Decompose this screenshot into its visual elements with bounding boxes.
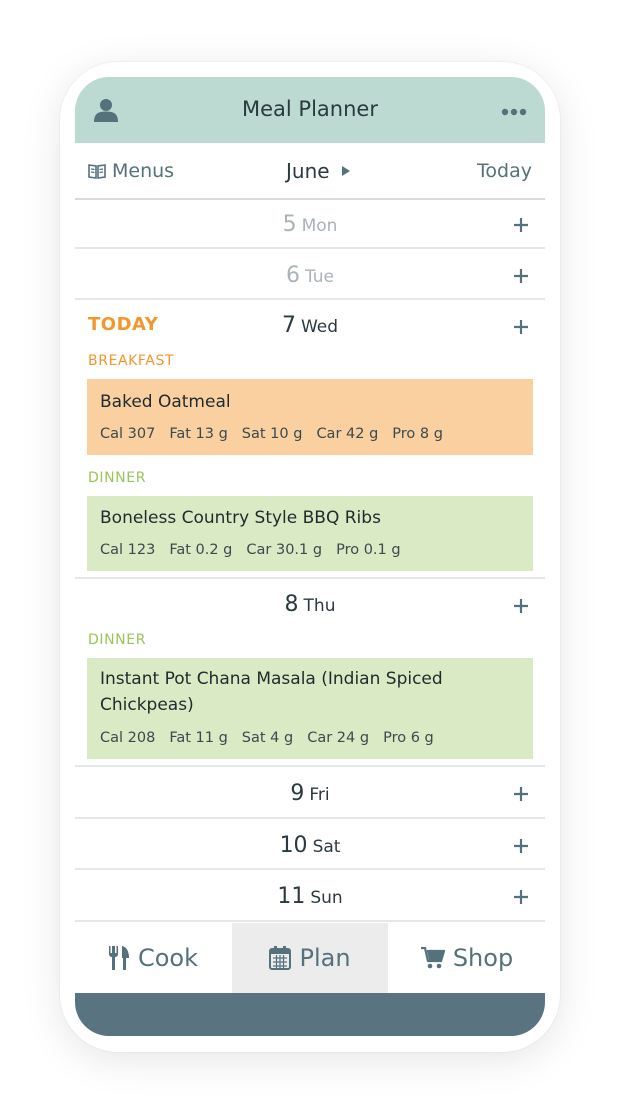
divider (75, 920, 545, 922)
day-name: Tue (304, 267, 335, 287)
day-label: 7 Wed (75, 313, 545, 338)
day-name: Sat (312, 837, 341, 857)
day-row-sun: 11 Sun (75, 872, 545, 922)
day-name: Wed (300, 317, 339, 337)
plus-icon[interactable] (513, 838, 529, 854)
tab-label: Shop (452, 944, 514, 972)
calendar-icon (269, 946, 292, 970)
day-number: 5 (282, 212, 297, 237)
bottom-tab-bar: Cook Plan Shop (75, 923, 545, 993)
bottom-bar (75, 993, 545, 1036)
day-number: 9 (290, 781, 305, 806)
day-name: Sun (310, 888, 343, 908)
plus-icon[interactable] (513, 889, 529, 905)
nutrition-line: Cal 307 Fat 13 g Sat 10 g Car 42 g Pro 8 g (100, 426, 457, 442)
fork-knife-icon (108, 946, 129, 970)
day-name: Fri (309, 785, 330, 805)
plus-icon[interactable] (513, 268, 529, 284)
day-number: 7 (281, 313, 296, 338)
meal-name-line: Chickpeas) (100, 695, 194, 715)
day-name: Thu (303, 596, 336, 616)
today-button[interactable]: Today (477, 160, 532, 182)
month-label: June (286, 159, 330, 183)
nutrition-sat: Sat 4 g (241, 730, 294, 746)
tab-cook[interactable]: Cook (75, 923, 231, 993)
nutrition-pro: Pro 6 g (383, 730, 434, 746)
divider (75, 817, 545, 819)
day-number: 6 (285, 263, 300, 288)
nutrition-cal: Cal 307 (100, 426, 156, 442)
nutrition-car: Car 24 g (307, 730, 370, 746)
nutrition-car: Car 42 g (316, 426, 379, 442)
app-screen: Meal Planner Menus June Today 5 Mon 6 Tu… (75, 77, 545, 1036)
meal-label-breakfast: BREAKFAST (88, 353, 175, 369)
nutrition-car: Car 30.1 g (246, 542, 323, 558)
day-label: 10 Sat (75, 833, 545, 858)
divider (75, 868, 545, 870)
day-label: 9 Fri (75, 781, 545, 806)
tab-label: Cook (137, 944, 199, 972)
plus-icon[interactable] (513, 598, 529, 614)
nutrition-fat: Fat 0.2 g (169, 542, 233, 558)
caret-right-icon (341, 166, 350, 176)
day-number: 10 (279, 833, 308, 858)
nutrition-line: Cal 208 Fat 11 g Sat 4 g Car 24 g Pro 6 g (100, 730, 448, 746)
divider (75, 247, 545, 249)
day-label: 8 Thu (75, 592, 545, 617)
divider (75, 298, 545, 300)
day-name: Mon (301, 216, 338, 236)
day-row-wed: TODAY 7 Wed (75, 302, 545, 352)
nutrition-fat: Fat 13 g (169, 426, 228, 442)
tab-label: Plan (299, 944, 351, 972)
nutrition-cal: Cal 123 (100, 542, 156, 558)
meal-card-baked-oatmeal[interactable]: Baked Oatmeal Cal 307 Fat 13 g Sat 10 g Car… (87, 379, 533, 455)
menus-button[interactable]: Menus (88, 160, 174, 182)
nutrition-line: Cal 123 Fat 0.2 g Car 30.1 g Pro 0.1 g (100, 542, 415, 558)
book-icon (88, 164, 106, 179)
month-toolbar: Menus June Today (75, 143, 545, 200)
meal-name: Baked Oatmeal (100, 392, 231, 412)
day-number: 11 (277, 884, 306, 909)
meal-card-chana-masala[interactable]: Instant Pot Chana Masala (Indian Spiced … (87, 658, 533, 759)
day-row-tue: 6 Tue (75, 251, 545, 301)
more-dots-icon[interactable] (501, 108, 527, 116)
day-number: 8 (284, 592, 299, 617)
meal-name-line: Instant Pot Chana Masala (Indian Spiced (100, 669, 443, 689)
plus-icon[interactable] (513, 319, 529, 335)
tab-plan[interactable]: Plan (232, 923, 388, 993)
nutrition-fat: Fat 11 g (169, 730, 228, 746)
meal-card-bbq-ribs[interactable]: Boneless Country Style BBQ Ribs Cal 123 F… (87, 496, 533, 571)
plus-icon[interactable] (513, 217, 529, 233)
divider (75, 577, 545, 579)
day-row-sat: 10 Sat (75, 821, 545, 871)
day-row-fri: 9 Fri (75, 769, 545, 819)
day-label: 6 Tue (75, 263, 545, 288)
meal-name: Instant Pot Chana Masala (Indian Spiced … (100, 666, 520, 718)
tab-shop[interactable]: Shop (389, 923, 545, 993)
nutrition-cal: Cal 208 (100, 730, 156, 746)
meal-label-dinner: DINNER (88, 632, 147, 648)
cart-icon (420, 947, 445, 969)
meal-label-dinner: DINNER (88, 470, 147, 486)
meal-name: Boneless Country Style BBQ Ribs (100, 508, 381, 528)
menus-label: Menus (112, 160, 175, 182)
app-header: Meal Planner (75, 77, 545, 143)
nutrition-sat: Sat 10 g (241, 426, 303, 442)
page-title: Meal Planner (242, 97, 378, 121)
day-row-mon: 5 Mon (75, 200, 545, 250)
plus-icon[interactable] (513, 786, 529, 802)
divider (75, 765, 545, 767)
day-row-thu: 8 Thu (75, 581, 545, 631)
day-label: 5 Mon (75, 212, 545, 237)
nutrition-pro: Pro 0.1 g (336, 542, 401, 558)
nutrition-pro: Pro 8 g (392, 426, 443, 442)
day-label: 11 Sun (75, 884, 545, 909)
month-selector[interactable]: June (286, 159, 350, 183)
